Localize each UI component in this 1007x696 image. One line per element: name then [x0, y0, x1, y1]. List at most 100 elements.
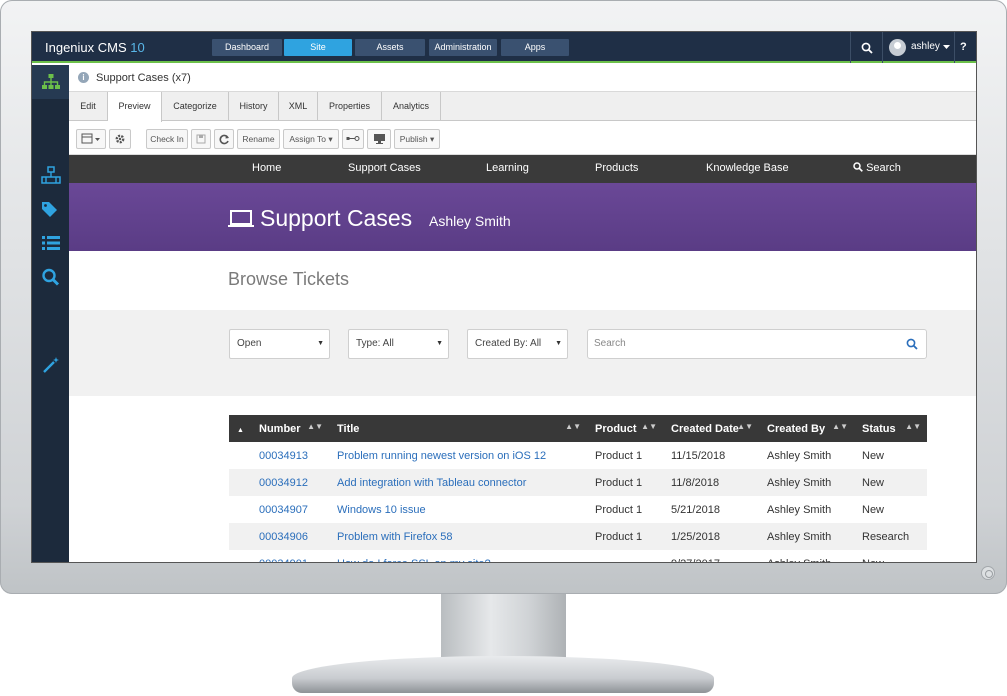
topnav-assets[interactable]: Assets	[355, 39, 425, 56]
info-icon[interactable]: i	[78, 72, 89, 83]
save-icon	[196, 134, 206, 144]
ticket-number-link[interactable]: 00034906	[251, 523, 329, 550]
avatar	[889, 39, 906, 56]
site-nav: Home Support Cases Learning Products Kno…	[69, 155, 976, 183]
topnav-dashboard[interactable]: Dashboard	[212, 39, 282, 56]
ticket-title-link[interactable]: How do I force SSL on my site?	[329, 550, 587, 563]
row-spacer	[229, 442, 251, 469]
user-menu[interactable]: ashley	[882, 32, 955, 63]
tab-xml[interactable]: XML	[279, 92, 318, 121]
tab-history[interactable]: History	[229, 92, 279, 121]
tag-icon[interactable]	[41, 200, 61, 218]
column-header-status[interactable]: Status ▲▼	[854, 415, 927, 442]
tab-analytics[interactable]: Analytics	[382, 92, 441, 121]
site-nav-search-label: Search	[866, 162, 901, 174]
site-nav-support-cases[interactable]: Support Cases	[348, 162, 421, 174]
type-select[interactable]: Type: All ▼	[348, 329, 449, 359]
monitor-stage: Ingeniux CMS 10 Dashboard Site Assets Ad…	[0, 0, 1007, 696]
search-icon[interactable]	[906, 338, 918, 350]
check-in-button[interactable]: Check In	[146, 129, 188, 149]
ticket-number-link[interactable]: 00034907	[251, 496, 329, 523]
sort-icon: ▲▼	[905, 422, 921, 431]
rename-button[interactable]: Rename	[237, 129, 280, 149]
row-sort-header[interactable]: ▲	[229, 415, 251, 442]
page-title: Support Cases (x7)	[96, 72, 191, 84]
structure-icon[interactable]	[41, 166, 61, 184]
site-nav-home[interactable]: Home	[252, 162, 281, 174]
top-search-button[interactable]	[850, 32, 882, 63]
column-created-by-label: Created By	[767, 422, 826, 435]
tab-properties[interactable]: Properties	[318, 92, 382, 121]
tab-categorize[interactable]: Categorize	[162, 92, 229, 121]
search-icon	[861, 42, 873, 54]
ticket-number-link[interactable]: 00034912	[251, 469, 329, 496]
column-header-created-by[interactable]: Created By ▲▼	[759, 415, 854, 442]
power-button	[981, 566, 995, 580]
ticket-search-input[interactable]: Search	[587, 329, 927, 359]
tab-edit[interactable]: Edit	[69, 92, 108, 121]
column-header-product[interactable]: Product ▲▼	[587, 415, 663, 442]
column-header-created-date[interactable]: Created Date ▲▼	[663, 415, 759, 442]
site-nav-products[interactable]: Products	[595, 162, 638, 174]
topnav-apps[interactable]: Apps	[501, 39, 569, 56]
hero-title: Support Cases	[260, 205, 413, 231]
ticket-title-link[interactable]: Problem running newest version on iOS 12	[329, 442, 587, 469]
publish-label: Publish	[399, 134, 428, 144]
layout-dropdown-button[interactable]	[76, 129, 106, 149]
sort-icon: ▲▼	[565, 422, 581, 431]
site-tree-icon[interactable]	[41, 73, 61, 91]
ticket-created-date: 1/25/2018	[663, 523, 759, 550]
preview-device-button[interactable]	[367, 129, 391, 149]
ticket-status: Research	[854, 523, 927, 550]
column-header-number[interactable]: Number ▲▼	[251, 415, 329, 442]
cms-topbar: Ingeniux CMS 10 Dashboard Site Assets Ad…	[32, 32, 976, 63]
assign-to-button[interactable]: Assign To ▾	[283, 129, 339, 149]
ticket-status: New	[854, 550, 927, 563]
created-by-select-value: Created By: All	[475, 338, 542, 349]
site-preview: Home Support Cases Learning Products Kno…	[69, 155, 976, 563]
screen: Ingeniux CMS 10 Dashboard Site Assets Ad…	[31, 31, 977, 563]
created-by-select[interactable]: Created By: All ▼	[467, 329, 568, 359]
settings-button[interactable]	[109, 129, 131, 149]
table-row[interactable]: 00034913 Problem running newest version …	[229, 442, 927, 469]
layout-icon	[81, 133, 100, 144]
list-icon[interactable]	[41, 234, 61, 252]
column-status-label: Status	[862, 422, 896, 435]
sort-icon: ▲▼	[737, 422, 753, 431]
topnav-administration[interactable]: Administration	[429, 39, 497, 56]
help-button[interactable]: ?	[960, 41, 967, 53]
site-nav-knowledge-base[interactable]: Knowledge Base	[706, 162, 789, 174]
user-name: ashley	[911, 41, 940, 52]
ticket-created-by: Ashley Smith	[759, 469, 854, 496]
search-icon[interactable]	[41, 268, 61, 286]
ticket-title-link[interactable]: Problem with Firefox 58	[329, 523, 587, 550]
table-row[interactable]: 00034901 How do I force SSL on my site? …	[229, 550, 927, 563]
site-nav-search[interactable]: Search	[853, 162, 901, 174]
filter-bar: Open ▼ Type: All ▼ Created By: All ▼ Sea…	[69, 310, 976, 396]
row-spacer	[229, 550, 251, 562]
ticket-created-date: 11/15/2018	[671, 449, 726, 462]
topnav-site[interactable]: Site	[284, 39, 352, 56]
page-toolbar: Check In Rename Assign To ▾ Publish ▾	[69, 122, 976, 155]
column-header-title[interactable]: Title ▲▼	[329, 415, 587, 442]
ticket-number-link[interactable]: 00034901	[251, 550, 329, 563]
wand-icon[interactable]	[41, 356, 61, 374]
status-select[interactable]: Open ▼	[229, 329, 330, 359]
ticket-title-link[interactable]: Add integration with Tableau connector	[329, 469, 587, 496]
table-row[interactable]: 00034906 Problem with Firefox 58 Product…	[229, 523, 927, 550]
column-number-label: Number	[259, 422, 301, 435]
save-button[interactable]	[191, 129, 211, 149]
site-nav-learning[interactable]: Learning	[486, 162, 529, 174]
tab-preview[interactable]: Preview	[108, 92, 162, 122]
table-row[interactable]: 00034907 Windows 10 issue Product 1 5/21…	[229, 496, 927, 523]
caret-down-icon: ▼	[436, 340, 443, 347]
gear-icon	[115, 134, 125, 144]
assign-to-label: Assign To	[289, 134, 327, 144]
ticket-number-link[interactable]: 00034913	[251, 442, 329, 469]
table-row[interactable]: 00034912 Add integration with Tableau co…	[229, 469, 927, 496]
ticket-title-link[interactable]: Windows 10 issue	[329, 496, 587, 523]
workflow-button[interactable]	[342, 129, 364, 149]
monitor-icon	[373, 134, 385, 144]
refresh-button[interactable]	[214, 129, 234, 149]
publish-button[interactable]: Publish ▾	[394, 129, 440, 149]
